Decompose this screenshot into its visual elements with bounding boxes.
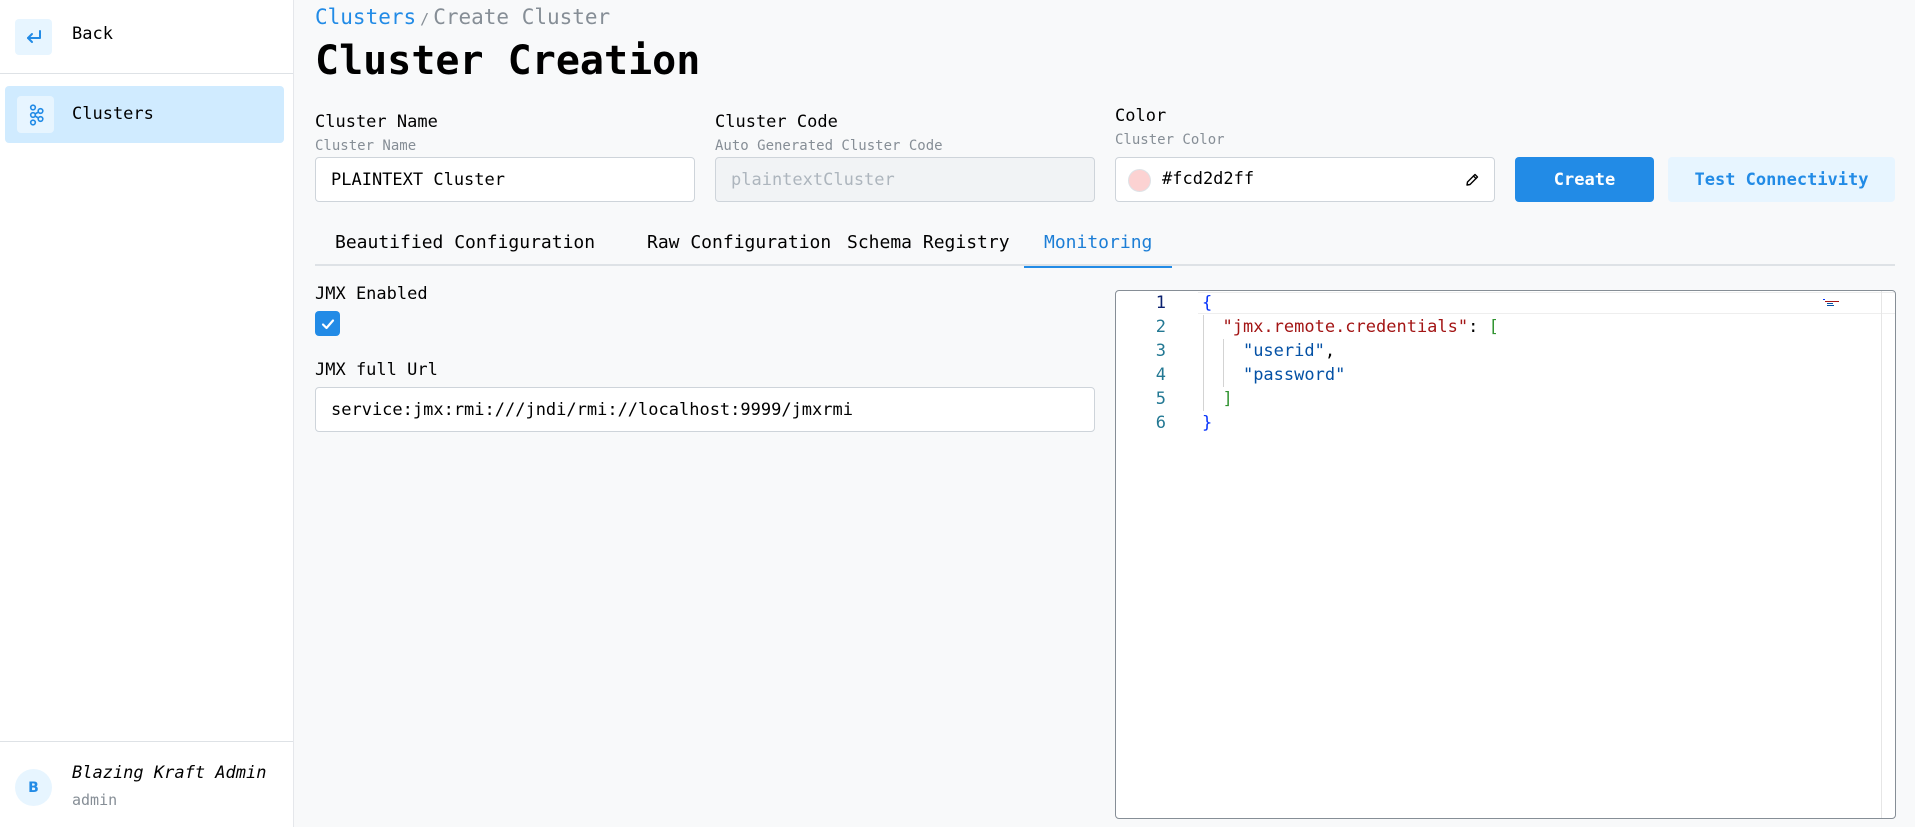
sidebar-item-label: Clusters: [72, 104, 154, 124]
create-button[interactable]: Create: [1515, 157, 1654, 202]
color-value: #fcd2d2ff: [1162, 169, 1255, 189]
test-connectivity-button[interactable]: Test Connectivity: [1668, 157, 1895, 202]
json-editor[interactable]: 1 2 3 4 5 6 { "jmx.remote.credentials": …: [1115, 290, 1896, 819]
config-tabs: Beautified Configuration Raw Configurati…: [315, 222, 1895, 268]
code-line: "userid",: [1242, 341, 1336, 361]
line-number: 2: [1155, 317, 1166, 337]
breadcrumb-link-clusters[interactable]: Clusters: [315, 5, 416, 29]
jmx-enabled-label: JMX Enabled: [315, 284, 428, 304]
code-line: "jmx.remote.credentials": [: [1222, 317, 1499, 337]
color-label: Color: [1115, 106, 1167, 126]
editor-scrollbar[interactable]: [1881, 291, 1895, 818]
back-label: Back: [72, 24, 113, 44]
line-number: 4: [1155, 365, 1166, 385]
color-description: Cluster Color: [1115, 132, 1225, 148]
breadcrumb-separator: /: [420, 10, 430, 28]
breadcrumb-current: Create Cluster: [433, 5, 611, 29]
color-input[interactable]: #fcd2d2ff: [1115, 157, 1495, 202]
color-swatch: [1128, 169, 1151, 192]
user-name: Blazing Kraft Admin: [72, 763, 267, 783]
avatar: B: [15, 769, 52, 806]
tab-beautified-configuration[interactable]: Beautified Configuration: [315, 222, 615, 266]
cluster-name-description: Cluster Name: [315, 138, 417, 154]
user-role: admin: [72, 791, 118, 809]
back-button[interactable]: Back: [0, 0, 293, 74]
cluster-code-description: Auto Generated Cluster Code: [715, 138, 943, 154]
code-line: ]: [1222, 389, 1233, 409]
line-number: 3: [1155, 341, 1166, 361]
code-line: }: [1202, 413, 1213, 433]
cluster-name-label: Cluster Name: [315, 112, 438, 132]
line-numbers: 1 2 3 4 5 6: [1116, 291, 1176, 435]
jmx-url-label: JMX full Url: [315, 360, 438, 380]
page-title: Cluster Creation: [315, 38, 701, 84]
sidebar: Back Clusters B Blazing Kraft Admin admi…: [0, 0, 294, 827]
back-arrow-icon: [15, 19, 52, 55]
line-number: 5: [1155, 389, 1166, 409]
tab-raw-configuration[interactable]: Raw Configuration: [627, 222, 851, 266]
eyedropper-icon[interactable]: [1462, 170, 1482, 190]
cluster-code-label: Cluster Code: [715, 112, 838, 132]
line-number: 6: [1155, 413, 1166, 433]
code-content[interactable]: { "jmx.remote.credentials": [ "userid", …: [1202, 291, 1842, 435]
line-number: 1: [1155, 293, 1166, 313]
kafka-icon: [17, 96, 54, 133]
breadcrumb: Clusters / Create Cluster: [315, 5, 610, 29]
tab-monitoring[interactable]: Monitoring: [1024, 222, 1173, 268]
cluster-name-input[interactable]: [315, 157, 695, 202]
cluster-code-input: [715, 157, 1095, 202]
code-line: "password": [1242, 365, 1346, 385]
sidebar-item-clusters[interactable]: Clusters: [5, 86, 284, 143]
editor-minimap[interactable]: [1821, 293, 1881, 306]
user-profile[interactable]: B Blazing Kraft Admin admin: [0, 741, 293, 827]
tab-schema-registry[interactable]: Schema Registry: [827, 222, 1030, 266]
jmx-url-input[interactable]: [315, 387, 1095, 432]
jmx-enabled-checkbox[interactable]: [315, 311, 340, 336]
check-icon: [321, 318, 334, 329]
code-line: {: [1202, 293, 1213, 313]
